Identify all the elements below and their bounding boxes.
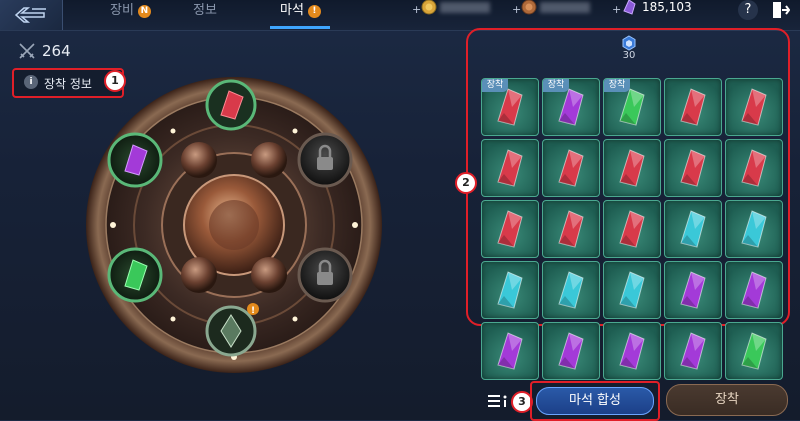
red-gem-icon (741, 88, 767, 126)
cyan-gem-icon (497, 271, 523, 309)
hexagon-capacity-icon (622, 35, 636, 51)
gem-slot[interactable] (664, 261, 722, 319)
gem-slot[interactable] (481, 139, 539, 197)
callout-marker-2: 2 (455, 172, 477, 194)
tab-equipment[interactable]: 장비 N (110, 0, 151, 30)
exit-button[interactable] (770, 0, 791, 20)
cyan-gem-icon (619, 271, 645, 309)
gem-slot[interactable] (664, 139, 722, 197)
cyan-gem-icon (558, 271, 584, 309)
red-gem-icon (619, 210, 645, 248)
list-icon (488, 395, 507, 407)
red-gem-icon (558, 149, 584, 187)
purple-gem-icon (619, 332, 645, 370)
equipped-tag: 장착 (543, 79, 569, 92)
gem-slot[interactable] (725, 139, 783, 197)
gold-coin-icon (421, 0, 437, 15)
help-button[interactable]: ? (738, 0, 758, 20)
equipped-tag: 장착 (482, 79, 508, 92)
purple-gem-icon (741, 271, 767, 309)
decor-orb (251, 257, 287, 293)
inventory-capacity: 30 (622, 50, 636, 61)
gem-slot[interactable] (481, 200, 539, 258)
gem-slot[interactable] (542, 261, 600, 319)
red-gem-icon (497, 210, 523, 248)
gem-slot[interactable] (725, 200, 783, 258)
tab-magic-stone-label: 마석 (280, 3, 304, 18)
purple-crystal-icon (623, 0, 636, 15)
tab-info-label: 정보 (193, 3, 217, 18)
wheel-socket-lower-right-locked[interactable] (297, 247, 353, 303)
gem-slot[interactable] (542, 322, 600, 380)
gem-slot[interactable] (725, 261, 783, 319)
purple-gem-icon (680, 332, 706, 370)
gem-slot[interactable] (725, 322, 783, 380)
power-value: 264 (42, 42, 71, 60)
list-info-icon[interactable] (486, 392, 510, 410)
tab-info[interactable]: 정보 (193, 0, 217, 30)
purple-gem-icon (497, 332, 523, 370)
equip-button[interactable]: 장착 (666, 384, 788, 416)
gem-slot[interactable] (603, 261, 661, 319)
back-button[interactable] (0, 0, 63, 30)
decor-orb (251, 142, 287, 178)
red-gem-icon (680, 149, 706, 187)
red-gem-icon (680, 88, 706, 126)
exit-icon (773, 2, 791, 18)
green-gem-icon (741, 332, 767, 370)
synthesis-button[interactable]: 마석 합성 (536, 387, 654, 415)
gem-slot[interactable] (481, 261, 539, 319)
red-gem-icon (558, 210, 584, 248)
gem-slot[interactable] (664, 78, 722, 136)
gem-slot[interactable] (481, 322, 539, 380)
decor-orb (181, 142, 217, 178)
gem-slot[interactable] (664, 322, 722, 380)
gem-slot[interactable]: 장착 (603, 78, 661, 136)
gem-slot[interactable] (664, 200, 722, 258)
blurred-value (540, 2, 590, 13)
red-gem-icon (497, 149, 523, 187)
info-icon: i (24, 75, 38, 89)
synthesis-button-frame: 마석 합성 (530, 381, 660, 421)
copper-coin-icon (521, 0, 537, 15)
blurred-value (440, 2, 490, 13)
gem-slot[interactable]: 장착 (481, 78, 539, 136)
red-gem-icon (741, 149, 767, 187)
crossed-swords-icon (19, 43, 35, 59)
gem-slot[interactable]: 장착 (542, 78, 600, 136)
currency-gold[interactable]: + (412, 0, 502, 30)
gem-slot[interactable] (725, 78, 783, 136)
cyan-gem-icon (741, 210, 767, 248)
alert-badge: ! (307, 5, 321, 18)
red-gem-icon (619, 149, 645, 187)
gem-slot[interactable] (603, 322, 661, 380)
currency-crystal[interactable]: + 185,103 (612, 0, 712, 30)
new-badge: N (137, 5, 151, 18)
wheel-socket-upper-left[interactable] (107, 132, 163, 188)
purple-gem-icon (680, 271, 706, 309)
gem-slot[interactable] (542, 139, 600, 197)
wheel-socket-lower-left[interactable] (107, 247, 163, 303)
crystal-value: 185,103 (642, 0, 692, 14)
equipped-tag: 장착 (604, 79, 630, 92)
purple-gem-icon (558, 332, 584, 370)
top-bar: 장비 N 정보 마석! + + + 185,103 ? (0, 0, 800, 31)
gem-slot[interactable] (542, 200, 600, 258)
decor-orb (181, 257, 217, 293)
gem-slot[interactable] (603, 200, 661, 258)
wheel-core-center (209, 200, 259, 250)
tab-equipment-label: 장비 (110, 3, 134, 18)
wheel-socket-upper-right-locked[interactable] (297, 132, 353, 188)
cyan-gem-icon (680, 210, 706, 248)
currency-copper[interactable]: + (512, 0, 602, 30)
wheel-socket-top[interactable] (205, 79, 257, 131)
magic-stone-wheel: ! (86, 77, 382, 373)
active-tab-indicator (270, 26, 330, 29)
svg-text:!: ! (251, 306, 255, 316)
gem-slot[interactable] (603, 139, 661, 197)
back-arrow-icon (14, 7, 46, 23)
